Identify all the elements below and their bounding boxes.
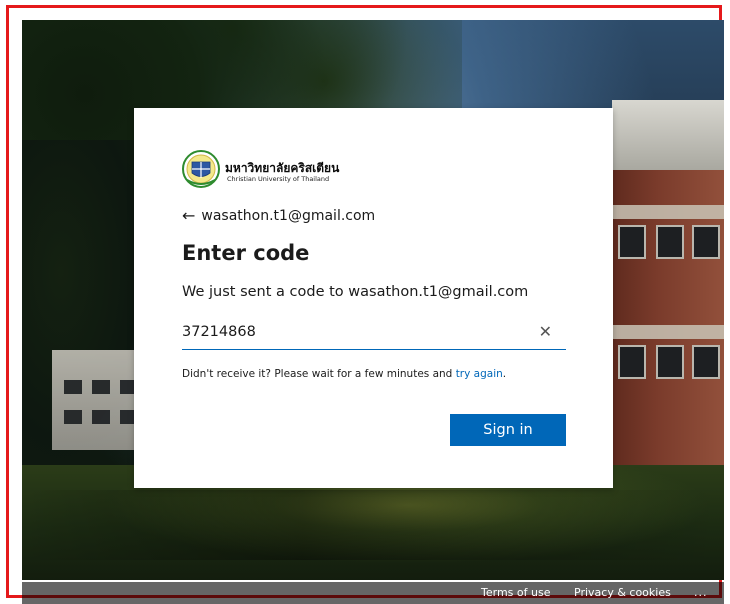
help-prefix: Didn't receive it? Please wait for a few… (182, 368, 456, 380)
more-options-button[interactable]: ... (694, 586, 708, 599)
footer-bar: Terms of use Privacy & cookies ... (22, 582, 724, 604)
lawn-shadow (22, 490, 724, 560)
code-field: ✕ (182, 317, 566, 350)
help-suffix: . (502, 368, 507, 380)
identity-email: wasathon.t1@gmail.com (201, 207, 376, 224)
code-input[interactable] (182, 317, 522, 347)
code-sent-description: We just sent a code to wasathon.t1@gmail… (182, 284, 529, 300)
page-title: Enter code (182, 241, 310, 265)
try-again-link[interactable]: try again (456, 368, 503, 380)
identity-back-link[interactable]: ← wasathon.t1@gmail.com (182, 206, 375, 225)
university-seal-icon (182, 150, 220, 188)
university-name-english: Christian University of Thailand (227, 175, 330, 183)
back-arrow-icon[interactable]: ← (182, 206, 195, 225)
university-logo: มหาวิทยาลัยคริสเตียน Christian Universit… (182, 150, 402, 190)
signin-card: มหาวิทยาลัยคริสเตียน Christian Universit… (134, 108, 613, 488)
terms-of-use-link[interactable]: Terms of use (481, 586, 550, 599)
resend-help-text: Didn't receive it? Please wait for a few… (182, 368, 506, 380)
building-right (612, 100, 724, 470)
clear-icon[interactable]: ✕ (539, 322, 552, 341)
privacy-cookies-link[interactable]: Privacy & cookies (574, 586, 671, 599)
sign-in-button[interactable]: Sign in (450, 414, 566, 446)
